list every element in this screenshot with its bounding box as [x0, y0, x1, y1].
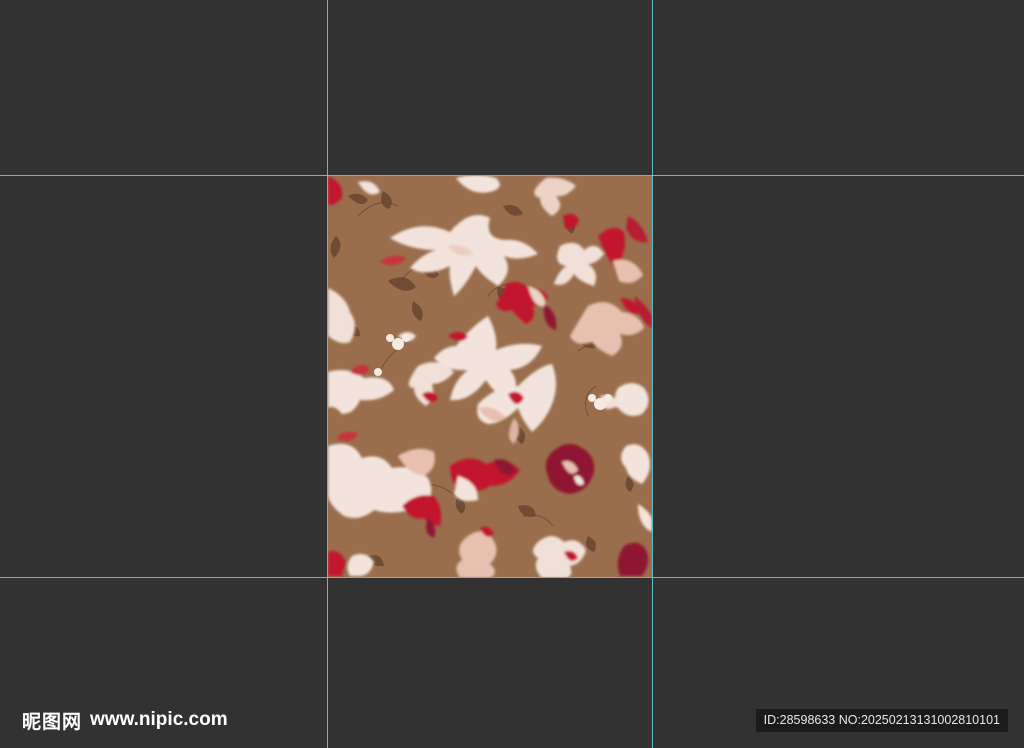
horizontal-guide-bottom[interactable]: [0, 577, 1024, 578]
vertical-guide-right[interactable]: [652, 0, 653, 748]
nipic-watermark-logo: 昵图网 www.nipic.com: [22, 708, 228, 733]
photoshop-workspace: 昵图网 www.nipic.com ID:28598633 NO:2025021…: [0, 0, 1024, 748]
floral-pattern-image: [328, 176, 652, 577]
image-id-badge: ID:28598633 NO:20250213131002810101: [755, 709, 1008, 732]
document-canvas[interactable]: [328, 176, 652, 577]
logo-chinese-text: 昵图网: [22, 710, 83, 733]
vertical-guide-left[interactable]: [327, 0, 328, 748]
horizontal-guide-top[interactable]: [0, 175, 1024, 176]
logo-url-text: www.nipic.com: [90, 709, 228, 730]
